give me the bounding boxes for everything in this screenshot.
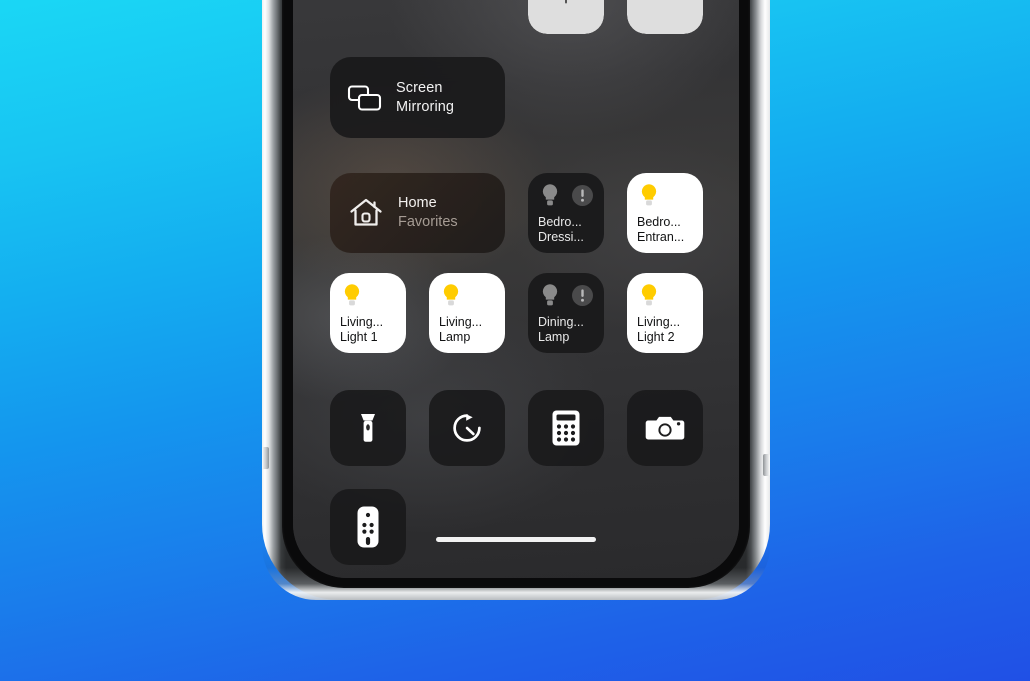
- bulb-icon: [440, 282, 462, 308]
- accessory-label: Bedro... Dressi...: [538, 215, 598, 245]
- accessory-line2: Lamp: [538, 330, 569, 344]
- accessory-living-lamp[interactable]: Living... Lamp: [429, 273, 505, 353]
- accessory-line1: Living...: [637, 315, 680, 329]
- screen-mirroring-tile[interactable]: Screen Mirroring: [330, 57, 505, 138]
- home-icon: [348, 196, 384, 230]
- bulb-icon: [341, 282, 363, 308]
- accessory-living-light-1[interactable]: Living... Light 1: [330, 273, 406, 353]
- accessory-label: Living... Lamp: [439, 315, 499, 345]
- screen-mirroring-label: Screen Mirroring: [396, 79, 454, 117]
- accessory-line2: Entran...: [637, 230, 684, 244]
- accessory-bedroom-dressing[interactable]: Bedro... Dressi...: [528, 173, 604, 253]
- brightness-slider[interactable]: [528, 0, 604, 34]
- bulb-icon: [539, 182, 561, 208]
- timer-icon: [449, 410, 485, 446]
- accessory-label: Living... Light 1: [340, 315, 400, 345]
- accessory-line2: Light 1: [340, 330, 378, 344]
- screen-mirroring-line2: Mirroring: [396, 99, 454, 115]
- power-button-right[interactable]: [763, 454, 770, 476]
- bulb-icon: [539, 282, 561, 308]
- accessory-line2: Lamp: [439, 330, 470, 344]
- iphone-device: Screen Mirroring Home Favorites: [262, 0, 770, 600]
- home-favorites-labels: Home Favorites: [398, 194, 458, 232]
- volume-icon: [647, 0, 683, 2]
- camera-button[interactable]: [627, 390, 703, 466]
- device-screen: Screen Mirroring Home Favorites: [293, 0, 739, 578]
- accessory-line1: Bedro...: [538, 215, 582, 229]
- accessory-line1: Dining...: [538, 315, 584, 329]
- bulb-icon: [638, 182, 660, 208]
- flashlight-button[interactable]: [330, 390, 406, 466]
- remote-icon: [356, 505, 380, 549]
- home-title: Home: [398, 194, 458, 213]
- accessory-bedroom-entrance[interactable]: Bedro... Entran...: [627, 173, 703, 253]
- calculator-icon: [551, 409, 581, 447]
- volume-slider[interactable]: [627, 0, 703, 34]
- accessory-line1: Living...: [439, 315, 482, 329]
- warning-icon: [572, 285, 593, 306]
- volume-button-left[interactable]: [262, 447, 269, 469]
- flashlight-icon: [351, 409, 385, 447]
- screen-mirroring-line1: Screen: [396, 80, 443, 96]
- accessory-label: Living... Light 2: [637, 315, 697, 345]
- home-favorites-tile[interactable]: Home Favorites: [330, 173, 505, 253]
- calculator-button[interactable]: [528, 390, 604, 466]
- timer-button[interactable]: [429, 390, 505, 466]
- home-indicator[interactable]: [436, 537, 596, 542]
- brightness-icon: [548, 0, 584, 6]
- accessory-line1: Bedro...: [637, 215, 681, 229]
- warning-icon: [572, 185, 593, 206]
- volume-slider-fill: [627, 0, 703, 34]
- accessory-label: Bedro... Entran...: [637, 215, 697, 245]
- camera-icon: [645, 412, 685, 444]
- remote-button[interactable]: [330, 489, 406, 565]
- control-center: Screen Mirroring Home Favorites: [293, 0, 739, 578]
- bulb-icon: [638, 282, 660, 308]
- accessory-label: Dining... Lamp: [538, 315, 598, 345]
- home-subtitle: Favorites: [398, 213, 458, 232]
- accessory-line2: Light 2: [637, 330, 675, 344]
- accessory-dining-lamp[interactable]: Dining... Lamp: [528, 273, 604, 353]
- accessory-line1: Living...: [340, 315, 383, 329]
- screen-mirroring-icon: [347, 83, 383, 113]
- accessory-living-light-2[interactable]: Living... Light 2: [627, 273, 703, 353]
- accessory-line2: Dressi...: [538, 230, 584, 244]
